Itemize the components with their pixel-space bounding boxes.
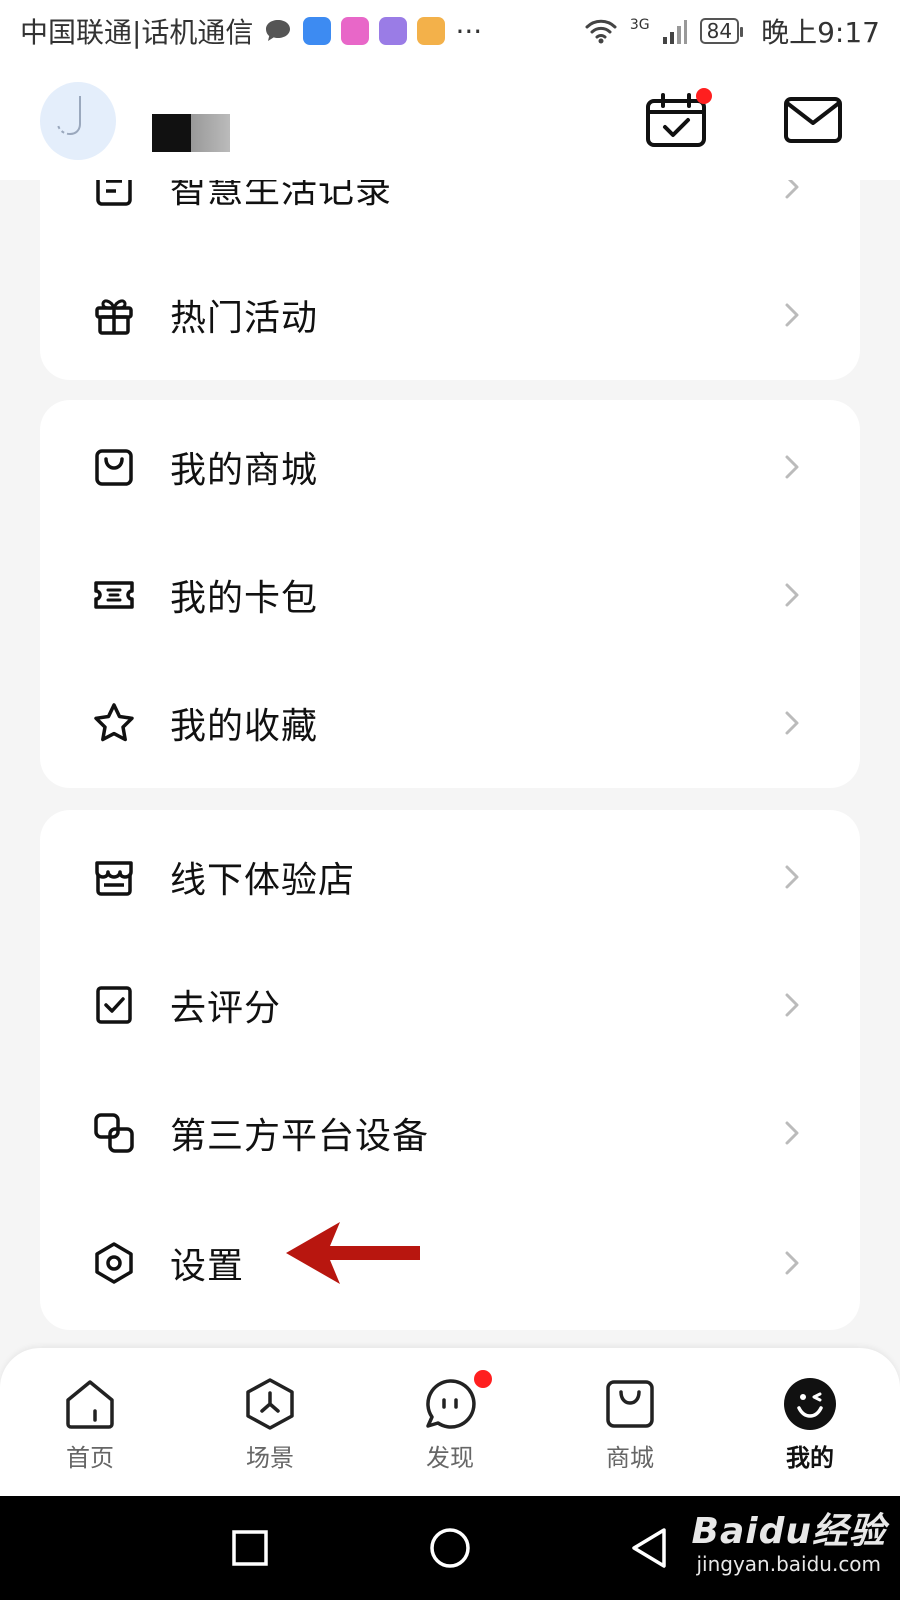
bulb-app-icon bbox=[303, 17, 332, 45]
link-devices-icon bbox=[94, 1113, 134, 1153]
nav-label: 场景 bbox=[246, 1444, 294, 1472]
network-type: 3G bbox=[629, 17, 650, 33]
status-bar: 中国联通|话机通信 ··· 3G 84 晚上9:17 bbox=[0, 0, 900, 62]
menu-item-label: 我的卡包 bbox=[170, 578, 319, 619]
menu-item-hot-events[interactable]: 热门活动 bbox=[40, 250, 860, 380]
menu-item-my-cards[interactable]: 我的卡包 bbox=[40, 530, 860, 660]
nav-label: 我的 bbox=[786, 1444, 834, 1472]
shopping-bag-icon bbox=[95, 449, 133, 486]
gift-icon bbox=[95, 299, 133, 335]
calendar-button[interactable] bbox=[645, 88, 712, 148]
calendar-notification-dot bbox=[696, 88, 712, 104]
menu-item-favorites[interactable]: 我的收藏 bbox=[40, 658, 860, 788]
system-nav-bar: Baidu经验 jingyan.baidu.com bbox=[0, 1496, 900, 1600]
menu-item-settings[interactable]: 设置 bbox=[40, 1198, 860, 1328]
avatar-icon bbox=[57, 96, 81, 135]
recent-apps-icon[interactable] bbox=[226, 1524, 274, 1572]
orange-app-icon bbox=[417, 17, 446, 45]
menu-item-rate[interactable]: 去评分 bbox=[40, 940, 860, 1070]
status-left: 中国联通|话机通信 ··· bbox=[20, 11, 482, 51]
menu-item-label: 第三方平台设备 bbox=[170, 1116, 430, 1157]
battery-level: 84 bbox=[699, 18, 744, 44]
home-circle-icon[interactable] bbox=[426, 1524, 474, 1572]
signal-icon bbox=[662, 20, 687, 44]
menu-item-label: 去评分 bbox=[170, 988, 282, 1029]
nav-home[interactable]: 首页 bbox=[30, 1376, 150, 1473]
profile-icon bbox=[784, 1378, 836, 1430]
home-icon bbox=[66, 1380, 114, 1429]
star-icon bbox=[94, 703, 134, 742]
wifi-icon bbox=[585, 19, 617, 44]
menu-item-my-mall[interactable]: 我的商城 bbox=[40, 402, 860, 532]
chevron-right-icon bbox=[785, 583, 799, 607]
back-triangle-icon[interactable] bbox=[626, 1524, 674, 1572]
mail-button[interactable] bbox=[783, 92, 847, 148]
menu-item-label: 设置 bbox=[170, 1246, 245, 1287]
nav-label: 首页 bbox=[66, 1444, 114, 1472]
profile-header bbox=[0, 62, 900, 180]
chevron-right-icon bbox=[785, 711, 799, 735]
carrier-text: 中国联通|话机通信 bbox=[20, 16, 254, 49]
nav-mall[interactable]: 商城 bbox=[570, 1376, 690, 1473]
nav-scene[interactable]: 场景 bbox=[210, 1376, 330, 1473]
avatar[interactable] bbox=[40, 82, 116, 160]
discover-notification-dot bbox=[474, 1370, 492, 1388]
menu-card-3: 线下体验店 去评分 第三方平台设备 设置 bbox=[40, 810, 860, 1330]
store-icon bbox=[95, 861, 133, 896]
annotation-arrow-icon bbox=[286, 1222, 420, 1284]
chevron-right-icon bbox=[785, 455, 799, 479]
clock: 晚上9:17 bbox=[761, 16, 880, 49]
menu-item-offline-store[interactable]: 线下体验店 bbox=[40, 812, 860, 942]
more-notifications: ··· bbox=[455, 14, 483, 48]
menu-item-label: 线下体验店 bbox=[170, 860, 356, 901]
menu-item-label: 我的收藏 bbox=[170, 706, 319, 747]
menu-item-label: 热门活动 bbox=[170, 298, 319, 339]
scene-icon bbox=[246, 1378, 294, 1430]
chevron-right-icon bbox=[785, 1251, 799, 1275]
nav-discover[interactable]: 发现 bbox=[390, 1370, 510, 1473]
chevron-right-icon bbox=[785, 993, 799, 1017]
chevron-right-icon bbox=[785, 865, 799, 889]
chevron-right-icon bbox=[785, 303, 799, 327]
chevron-right-icon bbox=[785, 1121, 799, 1145]
watermark-url: jingyan.baidu.com bbox=[696, 1552, 882, 1576]
purple-app-icon bbox=[379, 17, 408, 45]
menu-item-label: 我的商城 bbox=[170, 450, 319, 491]
check-square-icon bbox=[96, 986, 132, 1024]
watermark-brand: Baidu经验 bbox=[691, 1511, 886, 1552]
bottom-nav: 首页 场景 发现 商城 我的 bbox=[0, 1348, 900, 1496]
menu-card-2: 我的商城 我的卡包 我的收藏 bbox=[40, 400, 860, 788]
mail-icon bbox=[784, 97, 842, 143]
baidu-watermark: Baidu经验 jingyan.baidu.com bbox=[692, 1502, 886, 1576]
settings-icon bbox=[95, 1242, 133, 1284]
message-bubble-icon bbox=[266, 20, 291, 41]
nav-label: 商城 bbox=[606, 1444, 654, 1472]
pink-app-icon bbox=[341, 17, 370, 45]
mall-icon bbox=[606, 1380, 654, 1428]
nav-profile[interactable]: 我的 bbox=[750, 1376, 870, 1473]
menu-item-third-party-devices[interactable]: 第三方平台设备 bbox=[40, 1068, 860, 1198]
nav-label: 发现 bbox=[426, 1444, 474, 1472]
status-right: 3G 84 晚上9:17 bbox=[584, 11, 880, 51]
discover-icon bbox=[426, 1379, 476, 1429]
username-redacted bbox=[152, 114, 230, 152]
ticket-icon bbox=[94, 581, 134, 609]
